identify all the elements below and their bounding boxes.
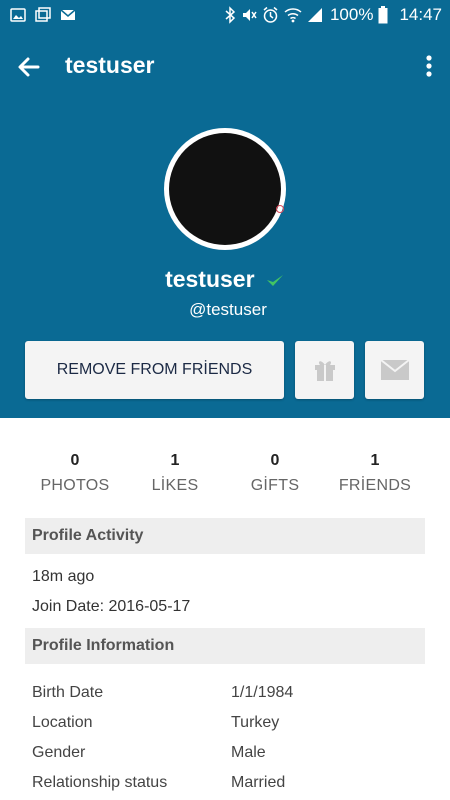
join-date: Join Date: 2016-05-17	[32, 598, 191, 615]
profile-activity-heading: Profile Activity	[25, 518, 425, 554]
remove-from-friends-label: REMOVE FROM FRİENDS	[56, 361, 253, 378]
info-label: Relationship status	[32, 774, 168, 791]
send-gift-button[interactable]	[295, 341, 354, 399]
stat-value: 0	[270, 452, 280, 469]
avatar-mark	[276, 205, 284, 213]
image-icon	[10, 8, 26, 22]
display-name-line: testuser	[0, 266, 450, 293]
gift-icon	[314, 361, 335, 381]
stat-label: GİFTS	[250, 477, 300, 494]
wifi-icon	[284, 8, 302, 23]
app-bar-title: testuser	[65, 52, 155, 78]
multiwindow-icon	[35, 7, 51, 22]
stat-label: LİKES	[151, 477, 199, 494]
send-message-button[interactable]	[365, 341, 424, 399]
avatar	[169, 133, 284, 245]
profile-stats: 0 PHOTOS 1 LİKES 0 GİFTS 1 FRİENDS	[25, 452, 425, 495]
info-value: Turkey	[231, 714, 280, 731]
mute-icon	[242, 9, 257, 21]
stat-likes[interactable]: 1 LİKES	[125, 452, 225, 495]
back-arrow-icon[interactable]	[14, 52, 44, 82]
battery-percent: 100%	[329, 5, 374, 24]
envelope-icon	[379, 359, 410, 380]
signal-icon	[307, 8, 322, 22]
display-name: testuser	[165, 266, 255, 292]
stat-label: PHOTOS	[40, 477, 110, 494]
status-bar: 100% 14:47	[0, 0, 450, 30]
stat-gifts[interactable]: 0 GİFTS	[225, 452, 325, 495]
info-label: Birth Date	[32, 684, 104, 701]
stat-label: FRİENDS	[338, 477, 412, 494]
stat-photos[interactable]: 0 PHOTOS	[25, 452, 125, 495]
info-label: Gender	[32, 744, 86, 761]
bluetooth-icon	[225, 6, 236, 24]
avatar-frame[interactable]	[164, 128, 286, 250]
info-label: Location	[32, 714, 93, 731]
stat-friends[interactable]: 1 FRİENDS	[325, 452, 425, 495]
mail-icon	[60, 9, 76, 20]
info-value: Married	[231, 774, 286, 791]
profile-information-heading: Profile Information	[25, 628, 425, 664]
more-vert-icon[interactable]	[422, 52, 436, 82]
username-handle: @testuser	[189, 300, 267, 319]
stat-value: 1	[170, 452, 180, 469]
profile-header: testuser @testuser REMOVE FROM FRİENDS	[0, 102, 450, 418]
battery-icon	[378, 6, 388, 24]
app-bar: testuser	[0, 30, 450, 102]
info-value: Male	[231, 744, 266, 761]
remove-from-friends-button[interactable]: REMOVE FROM FRİENDS	[25, 341, 284, 399]
verified-check-icon	[266, 274, 283, 286]
clock: 14:47	[399, 5, 442, 24]
alarm-icon	[263, 6, 278, 23]
stat-value: 1	[370, 452, 380, 469]
stat-value: 0	[70, 452, 80, 469]
info-value: 1/1/1984	[231, 684, 294, 701]
last-seen: 18m ago	[32, 568, 95, 585]
